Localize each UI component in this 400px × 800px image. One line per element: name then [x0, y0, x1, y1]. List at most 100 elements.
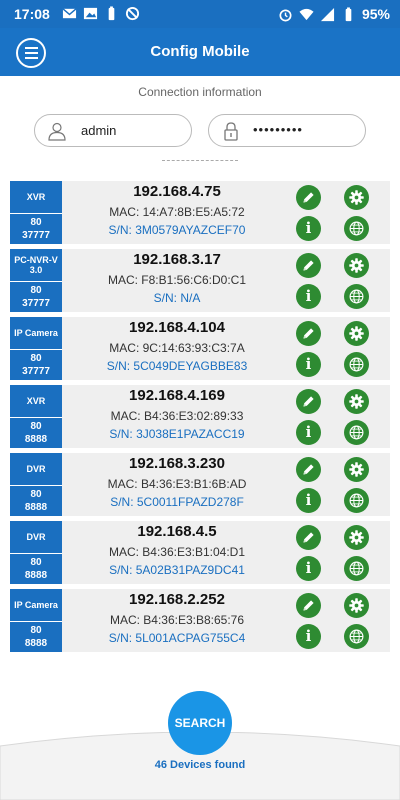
username-value: admin [81, 123, 117, 138]
settings-gear-icon[interactable] [344, 593, 369, 618]
info-icon[interactable]: i [296, 556, 321, 581]
web-globe-icon[interactable] [344, 420, 369, 445]
user-icon [48, 122, 66, 141]
status-bar: 17:08 95% [0, 0, 400, 28]
signal-icon [320, 7, 335, 21]
info-glyph: i [305, 287, 312, 305]
web-globe-icon[interactable] [344, 352, 369, 377]
status-left-icons [62, 6, 140, 21]
device-serial: S/N: 5A02B31PAZ9DC41 [109, 563, 245, 577]
device-port-tcp: 8888 [24, 638, 48, 649]
device-port-tcp: 8888 [24, 570, 48, 581]
device-row[interactable]: XVR 80 8888 192.168.4.169 MAC: B4:36:E3:02:8… [10, 385, 390, 448]
devices-found-text: 46 Devices found [154, 759, 246, 771]
device-port-tcp: 37777 [22, 298, 50, 309]
device-mac: MAC: B4:36:E3:B8:65:76 [109, 613, 245, 627]
device-ip: 192.168.2.252 [129, 591, 225, 608]
status-right-icons: 95% [278, 6, 390, 22]
lock-icon [224, 122, 238, 141]
device-serial: S/N: 3M0579AYAZCEF70 [108, 223, 246, 237]
device-type-tag: IP Camera 80 8888 [10, 589, 62, 652]
edit-pencil-icon[interactable] [296, 253, 321, 278]
device-ip: 192.168.4.75 [133, 183, 221, 200]
device-row[interactable]: XVR 80 37777 192.168.4.75 MAC: 14:A7:8B:E5:A… [10, 181, 390, 244]
device-row[interactable]: IP Camera 80 8888 192.168.2.252 MAC: B4:36:E… [10, 589, 390, 652]
device-type: XVR [10, 385, 62, 418]
device-row[interactable]: DVR 80 8888 192.168.4.5 MAC: B4:36:E3:B1:04:… [10, 521, 390, 584]
device-serial: S/N: 5L001ACPAG755C4 [108, 631, 246, 645]
settings-gear-icon[interactable] [344, 525, 369, 550]
web-globe-icon[interactable] [344, 216, 369, 241]
device-type: IP Camera [10, 589, 62, 622]
edit-pencil-icon[interactable] [296, 593, 321, 618]
device-type-tag: XVR 80 8888 [10, 385, 62, 448]
device-list: XVR 80 37777 192.168.4.75 MAC: 14:A7:8B:E5:A… [10, 181, 390, 657]
app-title: Config Mobile [150, 43, 250, 60]
device-port-http: 80 [30, 557, 42, 568]
settings-gear-icon[interactable] [344, 185, 369, 210]
info-icon[interactable]: i [296, 352, 321, 377]
device-mac: MAC: B4:36:E3:02:89:33 [110, 409, 244, 423]
settings-gear-icon[interactable] [344, 457, 369, 482]
settings-gear-icon[interactable] [344, 253, 369, 278]
device-serial: S/N: N/A [153, 291, 201, 305]
edit-pencil-icon[interactable] [296, 185, 321, 210]
app-bar: Config Mobile [0, 28, 400, 76]
password-field[interactable]: ••••••••• [208, 114, 366, 147]
device-mac: MAC: 14:A7:8B:E5:A5:72 [109, 205, 245, 219]
device-ip: 192.168.4.5 [137, 523, 217, 540]
info-icon[interactable]: i [296, 624, 321, 649]
battery-saver-icon [108, 6, 115, 21]
device-row[interactable]: DVR 80 8888 192.168.3.230 MAC: B4:36:E3:B1:6… [10, 453, 390, 516]
device-port-http: 80 [30, 421, 42, 432]
device-port-tcp: 8888 [24, 434, 48, 445]
web-globe-icon[interactable] [344, 556, 369, 581]
edit-pencil-icon[interactable] [296, 457, 321, 482]
device-ip: 192.168.4.104 [129, 319, 225, 336]
search-button[interactable]: SEARCH [168, 691, 232, 755]
status-time: 17:08 [14, 6, 50, 22]
settings-gear-icon[interactable] [344, 389, 369, 414]
info-icon[interactable]: i [296, 216, 321, 241]
device-type: PC-NVR-V 3.0 [10, 249, 62, 282]
connection-label: Connection information [138, 85, 262, 99]
info-icon[interactable]: i [296, 420, 321, 445]
battery-percentage: 95% [361, 6, 390, 22]
device-row[interactable]: PC-NVR-V 3.0 80 37777 192.168.3.17 MAC: F8:B… [10, 249, 390, 312]
battery-icon [345, 6, 352, 21]
device-info: 192.168.3.230 MAC: B4:36:E3:B1:6B:AD S/N: … [62, 453, 292, 516]
device-info: 192.168.3.17 MAC: F8:B1:56:C6:D0:C1 S/N: N… [62, 249, 292, 312]
web-globe-icon[interactable] [344, 488, 369, 513]
device-type-tag: DVR 80 8888 [10, 521, 62, 584]
device-info: 192.168.4.75 MAC: 14:A7:8B:E5:A5:72 S/N: 3… [62, 181, 292, 244]
edit-pencil-icon[interactable] [296, 389, 321, 414]
device-port-http: 80 [30, 217, 42, 228]
info-glyph: i [305, 559, 312, 577]
web-globe-icon[interactable] [344, 624, 369, 649]
info-icon[interactable]: i [296, 488, 321, 513]
device-info: 192.168.4.169 MAC: B4:36:E3:02:89:33 S/N: … [62, 385, 292, 448]
device-info: 192.168.2.252 MAC: B4:36:E3:B8:65:76 S/N: … [62, 589, 292, 652]
device-ip: 192.168.4.169 [129, 387, 225, 404]
device-port-tcp: 8888 [24, 502, 48, 513]
device-row[interactable]: IP Camera 80 37777 192.168.4.104 MAC: 9C:14:… [10, 317, 390, 380]
info-icon[interactable]: i [296, 284, 321, 309]
device-serial: S/N: 5C0011FPAZD278F [110, 495, 244, 509]
edit-pencil-icon[interactable] [296, 321, 321, 346]
web-globe-icon[interactable] [344, 284, 369, 309]
device-port-http: 80 [30, 285, 42, 296]
device-info: 192.168.4.5 MAC: B4:36:E3:B1:04:D1 S/N: 5A… [62, 521, 292, 584]
device-type: DVR [10, 453, 62, 486]
info-glyph: i [305, 423, 312, 441]
wifi-icon [299, 8, 314, 20]
edit-pencil-icon[interactable] [296, 525, 321, 550]
mail-icon [62, 8, 77, 19]
device-port-http: 80 [30, 625, 42, 636]
info-glyph: i [305, 219, 312, 237]
settings-gear-icon[interactable] [344, 321, 369, 346]
info-glyph: i [305, 355, 312, 373]
device-port-http: 80 [30, 489, 42, 500]
device-serial: S/N: 3J038E1PAZACC19 [109, 427, 245, 441]
username-field[interactable]: admin [34, 114, 192, 147]
device-ip: 192.168.3.230 [129, 455, 225, 472]
